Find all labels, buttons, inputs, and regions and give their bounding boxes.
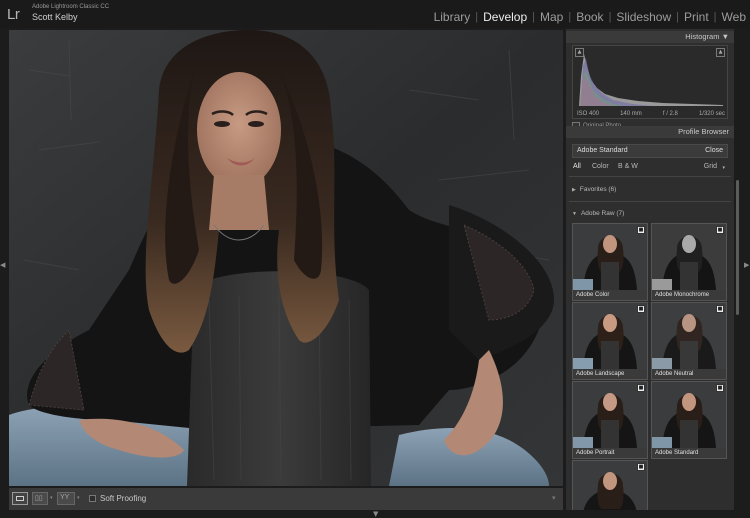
profile-thumb-adobe-neutral[interactable]: ■ Adobe Neutral [651, 302, 727, 380]
module-web[interactable]: Web [722, 10, 746, 24]
top-bar: Lr Adobe Lightroom Classic CC Scott Kelb… [0, 0, 750, 28]
photo-image [9, 30, 563, 486]
favorite-badge-icon[interactable]: ■ [637, 305, 645, 313]
camera-info: ISO 400 140 mm f / 2.8 1/320 sec [577, 111, 725, 117]
group-label: Favorites (6) [579, 186, 617, 193]
favorite-badge-icon[interactable]: ■ [716, 305, 724, 313]
divider [569, 201, 731, 202]
profile-thumb-partial[interactable]: ■ [572, 460, 648, 510]
left-panel-toggle-icon[interactable]: ◀ [0, 262, 5, 269]
loupe-icon [16, 496, 24, 501]
right-panel-toggle-icon[interactable]: ▶ [744, 262, 749, 269]
group-label: Adobe Raw (7) [580, 210, 625, 217]
profile-thumb-adobe-color[interactable]: ■ Adobe Color [572, 223, 648, 301]
filter-bw[interactable]: B & W [618, 163, 638, 170]
module-map[interactable]: Map [540, 10, 563, 24]
profile-label: Adobe Standard [652, 448, 726, 458]
iso-value: ISO 400 [577, 111, 600, 117]
profile-filter-row: All Color B & W Grid ▾ [569, 161, 731, 175]
aperture: f / 2.8 [662, 111, 678, 117]
profile-thumb-adobe-portrait[interactable]: ■ Adobe Portrait [572, 381, 648, 459]
favorite-badge-icon[interactable]: ■ [716, 226, 724, 234]
module-slideshow[interactable]: Slideshow [616, 10, 671, 24]
module-picker: Library | Develop | Map | Book | Slidesh… [434, 10, 746, 24]
profile-preview [573, 382, 647, 448]
profile-thumb-adobe-monochrome[interactable]: ■ Adobe Monochrome [651, 223, 727, 301]
chevron-down-icon[interactable]: ▾ [77, 495, 80, 501]
module-separator: | [568, 11, 572, 23]
profile-thumb-adobe-landscape[interactable]: ■ Adobe Landscape [572, 302, 648, 380]
swap-icon: YY [60, 494, 70, 501]
module-separator: | [475, 11, 479, 23]
before-after-button[interactable]: ▯▯ [32, 492, 48, 505]
histogram[interactable]: ▲ ▲ ISO 400 140 mm f / 2.8 1/320 sec [572, 45, 728, 119]
before-after-icon: ▯▯ [35, 495, 43, 502]
user-name: Scott Kelby [32, 12, 78, 22]
favorite-badge-icon[interactable]: ■ [637, 463, 645, 471]
profile-preview [573, 303, 647, 369]
profile-thumb-adobe-standard[interactable]: ■ Adobe Standard [651, 381, 727, 459]
soft-proofing-checkbox[interactable] [89, 495, 96, 502]
focal-length: 140 mm [620, 111, 642, 117]
module-separator: | [676, 11, 679, 23]
group-favorites[interactable]: ▶ Favorites (6) [572, 186, 616, 193]
filter-color[interactable]: Color [592, 163, 609, 170]
bottom-panel-toggle-icon[interactable]: ▼ [373, 511, 378, 518]
disclosure-triangle-icon: ▼ [572, 210, 577, 217]
product-name: Adobe Lightroom Classic CC [32, 4, 110, 10]
current-profile-name: Adobe Standard [577, 147, 628, 154]
loupe-view-button[interactable] [12, 492, 28, 505]
main-photo[interactable] [9, 30, 563, 486]
divider [569, 176, 731, 177]
histogram-graph [579, 54, 723, 106]
favorite-badge-icon[interactable]: ■ [716, 384, 724, 392]
profile-browser-title: Profile Browser [678, 127, 729, 136]
module-book[interactable]: Book [576, 10, 603, 24]
chevron-down-icon[interactable]: ▾ [50, 495, 53, 501]
right-panel: Histogram ▼ ▲ ▲ ISO 400 140 mm f / 2.8 1… [566, 29, 734, 510]
module-separator: | [713, 11, 717, 23]
profile-label: Adobe Neutral [652, 369, 726, 379]
histogram-header[interactable]: Histogram ▼ [566, 31, 734, 43]
profile-label: Adobe Portrait [573, 448, 647, 458]
module-separator: | [608, 11, 612, 23]
profile-preview [573, 461, 647, 510]
profile-label: Adobe Monochrome [652, 290, 726, 300]
lightroom-logo: Lr [7, 6, 20, 23]
module-library[interactable]: Library [434, 10, 471, 24]
panel-scrollbar[interactable] [736, 180, 739, 315]
profile-preview [573, 224, 647, 290]
profile-label: Adobe Color [573, 290, 647, 300]
module-print[interactable]: Print [684, 10, 709, 24]
profile-browser-header: Profile Browser [566, 126, 734, 138]
shutter-speed: 1/320 sec [698, 111, 725, 117]
profile-preview [652, 382, 726, 448]
current-profile-row: Adobe Standard Close [572, 144, 728, 158]
favorite-badge-icon[interactable]: ■ [637, 226, 645, 234]
module-separator: | [532, 11, 535, 23]
toolbar-options-icon[interactable]: ▾ [552, 494, 556, 502]
chevron-down-icon[interactable]: ▾ [722, 165, 725, 171]
profile-label: Adobe Landscape [573, 369, 647, 379]
close-button[interactable]: Close [705, 147, 723, 154]
histogram-title: Histogram [685, 32, 720, 41]
module-develop[interactable]: Develop [483, 10, 527, 24]
swap-before-after-button[interactable]: YY [57, 492, 75, 505]
favorite-badge-icon[interactable]: ■ [637, 384, 645, 392]
profile-preview [652, 224, 726, 290]
bottom-toolbar: ▯▯ ▾ YY ▾ Soft Proofing ▾ [9, 488, 563, 510]
group-adobe-raw[interactable]: ▼ Adobe Raw (7) [572, 210, 624, 217]
soft-proofing-label: Soft Proofing [100, 494, 147, 503]
collapse-triangle-icon[interactable]: ▼ [722, 32, 729, 41]
disclosure-triangle-icon: ▶ [572, 186, 576, 193]
filter-all[interactable]: All [573, 163, 581, 170]
view-mode-dropdown[interactable]: Grid [704, 163, 717, 170]
profile-preview [652, 303, 726, 369]
